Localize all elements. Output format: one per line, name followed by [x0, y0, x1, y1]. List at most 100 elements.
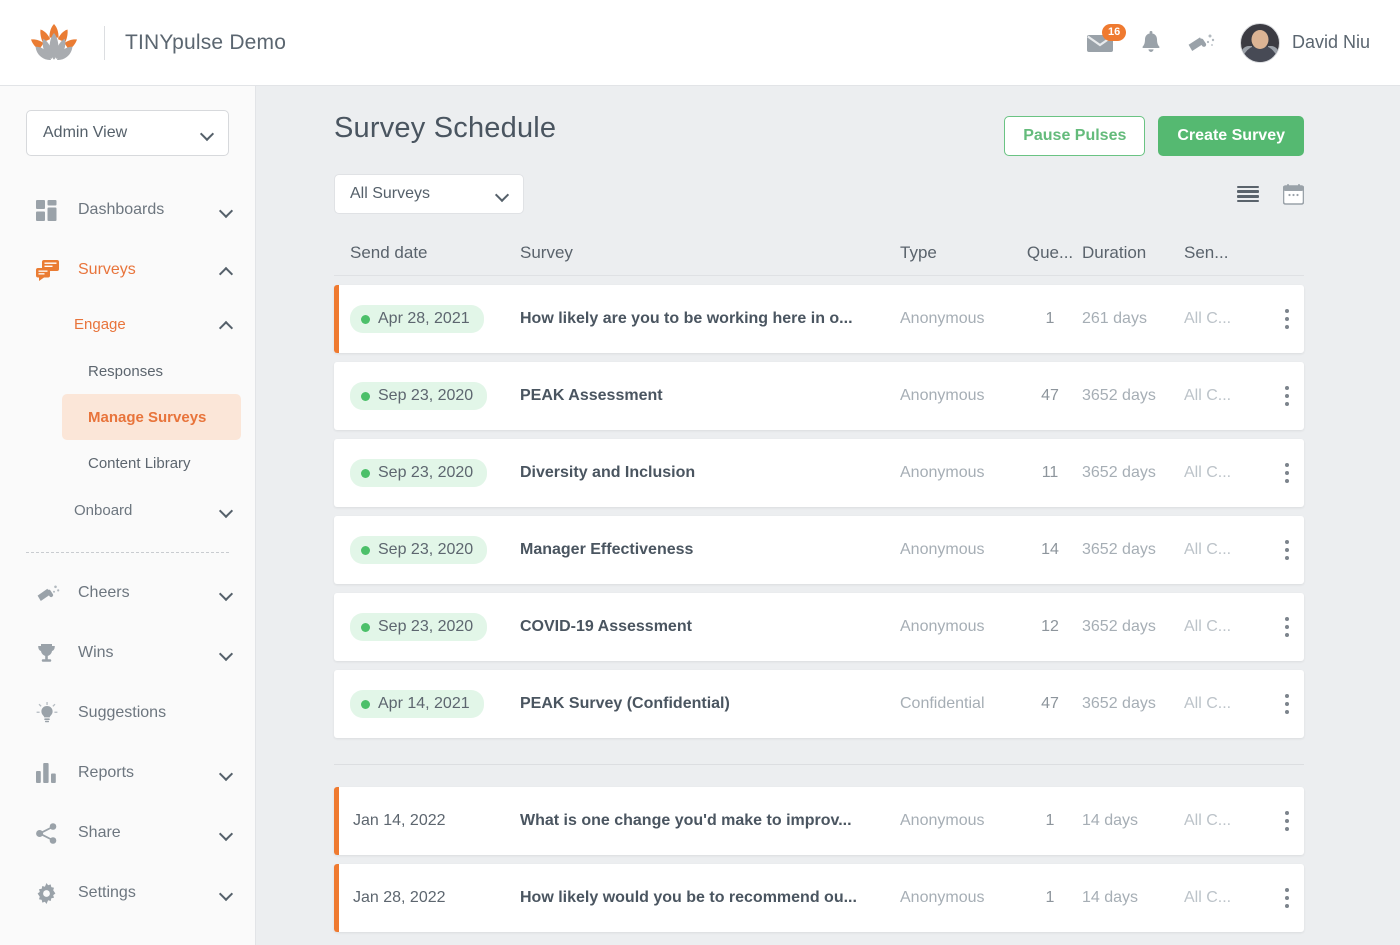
avatar[interactable] — [1239, 22, 1280, 63]
cell-send-date: Apr 14, 2021 — [350, 690, 520, 718]
sidebar-item-engage[interactable]: Engage — [0, 300, 255, 348]
cell-type: Anonymous — [900, 541, 985, 558]
table-row[interactable]: Jan 28, 2022 How likely would you be to r… — [334, 864, 1304, 932]
cell-type: Anonymous — [900, 812, 985, 829]
cell-sent-to: All C... — [1184, 618, 1232, 635]
sidebar-item-suggestions[interactable]: Suggestions — [0, 683, 255, 743]
sidebar-item-settings[interactable]: Settings — [0, 863, 255, 923]
table-row[interactable]: Apr 28, 2021 How likely are you to be wor… — [334, 285, 1304, 353]
lotus-logo-icon — [26, 20, 82, 66]
survey-chat-icon — [36, 259, 62, 281]
cell-duration: 3652 days — [1082, 618, 1156, 635]
table-row[interactable]: Apr 14, 2021 PEAK Survey (Confidential) Co… — [334, 670, 1304, 738]
sidebar-label-content-library: Content Library — [88, 454, 191, 472]
cell-duration: 3652 days — [1082, 464, 1156, 481]
cell-sent-to: All C... — [1184, 541, 1232, 558]
cell-questions: 47 — [1041, 387, 1059, 404]
cell-send-date: Sep 23, 2020 — [350, 613, 520, 641]
sidebar-item-wins[interactable]: Wins — [0, 623, 255, 683]
cell-questions: 47 — [1041, 695, 1059, 712]
cell-questions: 1 — [1045, 889, 1055, 906]
row-menu-kebab-icon[interactable] — [1276, 539, 1298, 561]
mail-badge: 16 — [1101, 23, 1127, 41]
row-menu-kebab-icon[interactable] — [1276, 693, 1298, 715]
chevron-down-icon — [220, 769, 233, 777]
sidebar-item-onboard[interactable]: Onboard — [0, 486, 255, 534]
row-menu-kebab-icon[interactable] — [1276, 462, 1298, 484]
status-dot-icon — [361, 545, 370, 555]
main-content: Survey Schedule Pause Pulses Create Surv… — [256, 86, 1400, 945]
chevron-down-icon — [220, 829, 233, 837]
table-row[interactable]: Jan 14, 2022 What is one change you'd mak… — [334, 787, 1304, 855]
megaphone-icon[interactable] — [1176, 20, 1226, 66]
cell-send-date: Sep 23, 2020 — [350, 459, 520, 487]
admin-view-selector[interactable]: Admin View — [26, 110, 229, 156]
row-menu-kebab-icon[interactable] — [1276, 385, 1298, 407]
status-dot-icon — [361, 391, 370, 401]
sidebar-label-engage: Engage — [74, 315, 126, 333]
cell-sent-to: All C... — [1184, 464, 1232, 481]
send-date-text: Jan 28, 2022 — [353, 889, 446, 906]
chevron-down-icon — [496, 190, 509, 198]
cell-survey-name: COVID-19 Assessment — [520, 618, 692, 635]
cell-survey-name: PEAK Survey (Confidential) — [520, 695, 730, 712]
sidebar-item-manage-surveys[interactable]: Manage Surveys — [62, 394, 241, 440]
send-date-text: Sep 23, 2020 — [378, 618, 474, 635]
table-group-divider — [334, 764, 1304, 765]
sidebar-item-content-library[interactable]: Content Library — [62, 440, 241, 486]
top-header: TINYpulse Demo 16 David Niu — [0, 0, 1400, 86]
row-menu-kebab-icon[interactable] — [1276, 810, 1298, 832]
create-survey-button[interactable]: Create Survey — [1158, 116, 1304, 156]
chevron-down-icon — [220, 649, 233, 657]
send-date-pill: Sep 23, 2020 — [350, 459, 488, 487]
share-nodes-icon — [36, 822, 62, 844]
chevron-up-icon — [220, 320, 233, 328]
sidebar-item-dashboards[interactable]: Dashboards — [0, 180, 255, 240]
cell-type: Confidential — [900, 695, 985, 712]
status-dot-icon — [361, 314, 370, 324]
send-date-pill: Apr 14, 2021 — [350, 690, 484, 718]
sidebar-label-surveys: Surveys — [78, 261, 136, 278]
send-date-text: Apr 28, 2021 — [378, 310, 470, 327]
sidebar-item-cheers[interactable]: Cheers — [0, 563, 255, 623]
brand[interactable]: TINYpulse Demo — [0, 20, 286, 66]
table-body-group-1: Apr 28, 2021 How likely are you to be wor… — [334, 285, 1304, 738]
chevron-down-icon — [220, 889, 233, 897]
gear-icon — [36, 882, 62, 904]
table-row[interactable]: Sep 23, 2020 PEAK Assessment Anonymous 47 36… — [334, 362, 1304, 430]
pause-pulses-button[interactable]: Pause Pulses — [1004, 116, 1146, 156]
calendar-view-icon[interactable] — [1282, 183, 1305, 205]
table-row[interactable]: Sep 23, 2020 Manager Effectiveness Anonymo… — [334, 516, 1304, 584]
table-row[interactable]: Sep 23, 2020 Diversity and Inclusion Anony… — [334, 439, 1304, 507]
cell-duration: 3652 days — [1082, 695, 1156, 712]
list-view-icon[interactable] — [1237, 185, 1259, 203]
cell-send-date: Apr 28, 2021 — [350, 305, 520, 333]
username-label[interactable]: David Niu — [1292, 32, 1370, 53]
sidebar-divider — [26, 552, 229, 553]
sidebar-item-responses[interactable]: Responses — [62, 348, 241, 394]
send-date-text: Sep 23, 2020 — [378, 464, 474, 481]
sidebar-item-reports[interactable]: Reports — [0, 743, 255, 803]
sidebar-item-share[interactable]: Share — [0, 803, 255, 863]
survey-filter-value: All Surveys — [350, 185, 431, 202]
cell-duration: 3652 days — [1082, 387, 1156, 404]
cell-type: Anonymous — [900, 464, 985, 481]
row-menu-kebab-icon[interactable] — [1276, 308, 1298, 330]
cell-duration: 14 days — [1082, 812, 1139, 829]
column-header-duration: Duration — [1082, 242, 1147, 262]
cell-type: Anonymous — [900, 889, 985, 906]
survey-filter-select[interactable]: All Surveys — [334, 174, 524, 214]
row-menu-kebab-icon[interactable] — [1276, 616, 1298, 638]
cell-type: Anonymous — [900, 310, 985, 327]
cell-survey-name: How likely are you to be working here in… — [520, 310, 853, 327]
cell-questions: 1 — [1045, 812, 1055, 829]
page-title: Survey Schedule — [334, 112, 557, 144]
cell-survey-name: Diversity and Inclusion — [520, 464, 696, 481]
bell-icon[interactable] — [1126, 20, 1176, 66]
envelope-icon[interactable]: 16 — [1076, 20, 1127, 66]
sidebar-label-suggestions: Suggestions — [78, 704, 167, 721]
sidebar-item-surveys[interactable]: Surveys — [0, 240, 255, 300]
row-menu-kebab-icon[interactable] — [1276, 887, 1298, 909]
send-date-text: Sep 23, 2020 — [378, 387, 474, 404]
table-row[interactable]: Sep 23, 2020 COVID-19 Assessment Anonymous… — [334, 593, 1304, 661]
